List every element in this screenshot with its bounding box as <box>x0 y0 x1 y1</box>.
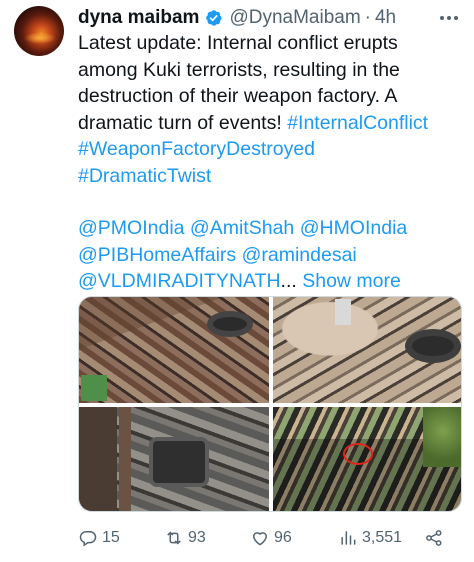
tweet-text: Latest update: Internal conflict erupts … <box>78 30 464 295</box>
crate-shape <box>81 375 107 401</box>
tweet-header: dyna maibam @DynaMaibam · 4h <box>78 6 396 30</box>
media-grid <box>78 296 462 512</box>
post-shape <box>119 407 131 511</box>
mention-link[interactable]: @AmitShah <box>190 217 294 239</box>
like-button[interactable]: 96 <box>250 526 292 550</box>
retweet-button[interactable]: 93 <box>164 526 206 550</box>
tweet-text-fragment: dramatic turn of events! <box>78 111 288 134</box>
tire-shape <box>405 329 461 363</box>
verified-badge-icon <box>203 8 223 28</box>
retweet-count: 93 <box>188 529 206 546</box>
more-options-button[interactable] <box>438 8 460 28</box>
more-icon-dot <box>440 16 444 20</box>
avatar[interactable] <box>14 6 64 56</box>
hashtag-link[interactable]: #InternalConflict <box>287 112 428 134</box>
tweet-timestamp[interactable]: 4h <box>375 7 396 29</box>
media-photo[interactable] <box>79 297 269 403</box>
tweet-text-line: #WeaponFactoryDestroyed <box>78 136 464 163</box>
views-button[interactable]: 3,551 <box>338 526 402 550</box>
user-handle[interactable]: @DynaMaibam <box>229 7 360 29</box>
views-icon <box>341 531 356 545</box>
tweet-text-line: @PIBHomeAffairs @ramindesai <box>78 242 464 269</box>
reply-count: 15 <box>102 529 120 546</box>
tweet-text-line: among Kuki terrorists, resulting in the <box>78 58 400 81</box>
mention-link[interactable]: @PMOIndia <box>78 217 185 239</box>
tweet-text-line: @VLDMIRADITYNATH... Show more <box>78 268 464 295</box>
hashtag-link[interactable]: #WeaponFactoryDestroyed <box>78 138 315 160</box>
machine-shape <box>149 437 209 487</box>
show-more-link[interactable]: Show more <box>302 270 401 292</box>
tire-shape <box>207 311 253 337</box>
reply-button[interactable]: 15 <box>78 526 120 550</box>
tweet-text-line: dramatic turn of events! #InternalConfli… <box>78 110 464 137</box>
media-photo[interactable] <box>273 297 461 403</box>
red-circle-annotation <box>343 443 373 465</box>
mention-link[interactable]: @PIBHomeAffairs <box>78 244 236 266</box>
tweet-text-line: @PMOIndia @AmitShah @HMOIndia <box>78 215 464 242</box>
share-button[interactable] <box>424 526 444 550</box>
display-name[interactable]: dyna maibam <box>78 7 199 29</box>
views-count: 3,551 <box>362 529 403 546</box>
tree-shape <box>423 407 461 467</box>
more-icon-dot <box>454 16 458 20</box>
action-bar: 15 93 96 3,551 <box>78 526 450 550</box>
separator-dot: · <box>364 7 371 28</box>
heart-icon <box>252 532 268 546</box>
more-icon-dot <box>447 16 451 20</box>
mention-link[interactable]: @HMOIndia <box>300 217 408 239</box>
canister-shape <box>335 299 351 325</box>
media-photo[interactable] <box>273 407 461 511</box>
like-count: 96 <box>274 529 292 546</box>
mention-link[interactable]: @ramindesai <box>242 244 357 266</box>
mention-link[interactable]: @VLDMIRADITYNATH <box>78 270 281 292</box>
tweet-text-line: #DramaticTwist <box>78 163 464 190</box>
reply-icon <box>79 530 97 547</box>
share-icon <box>426 530 442 546</box>
tweet-text-line: Latest update: Internal conflict erupts <box>78 32 398 54</box>
hashtag-link[interactable]: #DramaticTwist <box>78 165 211 187</box>
retweet-icon <box>167 531 181 545</box>
truncation-ellipsis: ... <box>280 270 297 292</box>
media-photo[interactable] <box>79 407 269 511</box>
tweet-text-line: destruction of their weapon factory. A <box>78 85 398 107</box>
